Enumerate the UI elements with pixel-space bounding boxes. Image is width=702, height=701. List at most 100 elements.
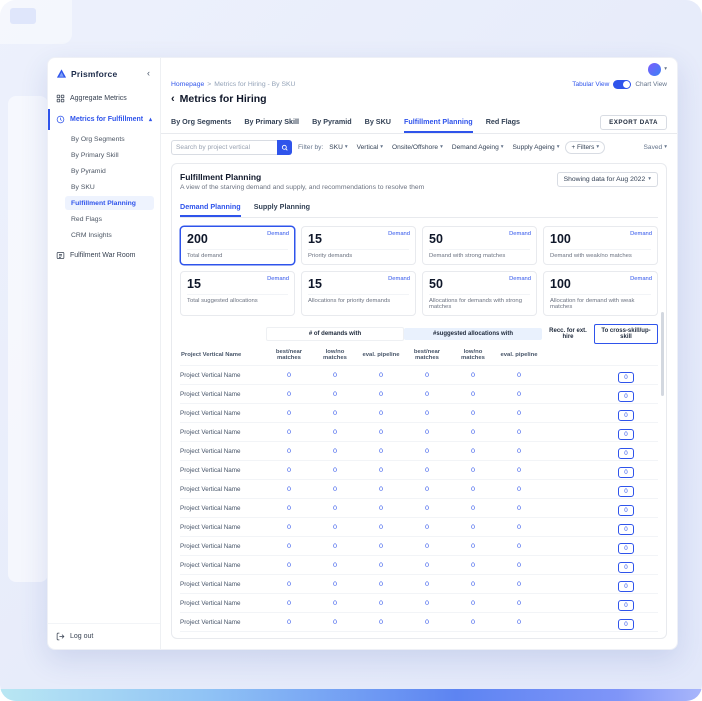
filter-dropdown-demand-ageing[interactable]: Demand Ageing ▾ [452, 144, 504, 151]
metric-card-demand-with-weak-no-matches[interactable]: Demand 100 Demand with weak/no matches [543, 226, 658, 265]
cross-skill-count-button[interactable]: 0 [618, 562, 634, 573]
export-data-button[interactable]: EXPORT DATA [600, 114, 667, 130]
search-input[interactable] [171, 140, 277, 155]
more-filters-button[interactable]: + Filters ▾ [565, 141, 606, 154]
cell-value: 0 [517, 542, 521, 550]
tab-by-sku[interactable]: By SKU [365, 111, 391, 133]
cross-skill-count-button[interactable]: 0 [618, 372, 634, 383]
avatar[interactable] [648, 63, 662, 76]
cell-cross-skill: 0 [594, 404, 658, 422]
filter-dropdown-label: SKU [329, 144, 343, 151]
sidebar-nav: Aggregate Metrics Metrics for Fulfillmen… [48, 88, 160, 266]
cell-value: 0 [471, 428, 475, 436]
panel-title: Fulfillment Planning [180, 172, 262, 182]
cell-value: 0 [379, 390, 383, 398]
filter-dropdown-label: Onsite/Offshore [392, 144, 439, 151]
table-row: Project Vertical Name 0 0 0 0 0 0 0 [180, 403, 658, 422]
saved-dropdown[interactable]: Saved ▾ [644, 144, 667, 151]
cross-skill-count-button[interactable]: 0 [618, 600, 634, 611]
table-row: Project Vertical Name 0 0 0 0 0 0 0 [180, 365, 658, 384]
chart-view-label[interactable]: Chart View [635, 81, 667, 88]
panel-subtitle: A view of the starving demand and supply… [180, 184, 425, 191]
sidebar-subitem-by-primary-skill[interactable]: By Primary Skill [65, 148, 154, 162]
filter-dropdown-label: Vertical [356, 144, 379, 151]
cell-value: 0 [287, 618, 291, 626]
cell-value: 0 [425, 371, 429, 379]
cell-value: 0 [517, 485, 521, 493]
tab-by-org-segments[interactable]: By Org Segments [171, 111, 231, 133]
panel-tab-supply-planning[interactable]: Supply Planning [254, 197, 310, 217]
cell-value: 0 [425, 542, 429, 550]
tab-fulfillment-planning[interactable]: Fulfillment Planning [404, 111, 473, 133]
cross-skill-count-button[interactable]: 0 [618, 524, 634, 535]
sidebar-item-fulfilment-war-room[interactable]: Fulfilment War Room [48, 245, 160, 266]
filter-dropdown-sku[interactable]: SKU ▾ [329, 144, 347, 151]
cross-skill-count-button[interactable]: 0 [618, 429, 634, 440]
cell-value: 0 [333, 504, 337, 512]
cross-skill-count-button[interactable]: 0 [618, 505, 634, 516]
cross-skill-count-button[interactable]: 0 [618, 467, 634, 478]
metric-card-total-suggested-allocations[interactable]: Demand 15 Total suggested allocations [180, 271, 295, 316]
cross-skill-count-button[interactable]: 0 [618, 410, 634, 421]
table-group-header: # of demands with #suggested allocations… [180, 324, 658, 344]
sidebar-subitem-red-flags[interactable]: Red Flags [65, 212, 154, 226]
cell-cross-skill: 0 [594, 537, 658, 555]
metric-label: Allocation for demand with weak matches [550, 294, 651, 310]
row-project-vertical-name: Project Vertical Name [180, 561, 241, 569]
sidebar-subitem-fulfillment-planning[interactable]: Fulfillment Planning [65, 196, 154, 210]
metric-card-priority-demands[interactable]: Demand 15 Priority demands [301, 226, 416, 265]
fulfillment-planning-panel: Fulfillment Planning A view of the starv… [171, 163, 667, 639]
group-header-cross-skill[interactable]: To cross-skill/up-skill [594, 324, 658, 344]
cell-value: 0 [333, 580, 337, 588]
row-project-vertical-name: Project Vertical Name [180, 428, 241, 436]
sidebar-subitem-by-pyramid[interactable]: By Pyramid [65, 164, 154, 178]
filter-dropdown-onsite-offshore[interactable]: Onsite/Offshore ▾ [392, 144, 443, 151]
metric-card-demand-with-strong-matches[interactable]: Demand 50 Demand with strong matches [422, 226, 537, 265]
row-project-vertical-name: Project Vertical Name [180, 542, 241, 550]
filter-dropdown-supply-ageing[interactable]: Supply Ageing ▾ [513, 144, 560, 151]
cell-cross-skill: 0 [594, 366, 658, 384]
sidebar-subitem-by-sku[interactable]: By SKU [65, 180, 154, 194]
column-header-cross-empty [594, 350, 658, 359]
metric-card-allocations-for-demands-with-strong-matches[interactable]: Demand 50 Allocations for demands with str… [422, 271, 537, 316]
cross-skill-count-button[interactable]: 0 [618, 486, 634, 497]
metric-card-total-demand[interactable]: Demand 200 Total demand [180, 226, 295, 265]
scrollbar-thumb[interactable] [661, 312, 664, 396]
cell-value: 0 [379, 523, 383, 531]
tab-red-flags[interactable]: Red Flags [486, 111, 520, 133]
metric-card-allocation-for-demand-with-weak-matches[interactable]: Demand 100 Allocation for demand with weak… [543, 271, 658, 316]
tab-by-primary-skill[interactable]: By Primary Skill [244, 111, 299, 133]
sidebar-item-aggregate-metrics[interactable]: Aggregate Metrics [48, 88, 160, 109]
sidebar-collapse-button[interactable]: ‹ [145, 69, 152, 78]
sidebar-subitem-by-org-segments[interactable]: By Org Segments [65, 132, 154, 146]
tab-by-pyramid[interactable]: By Pyramid [312, 111, 352, 133]
back-button[interactable]: ‹ [171, 93, 175, 105]
cross-skill-count-button[interactable]: 0 [618, 543, 634, 554]
sidebar-subitem-crm-insights[interactable]: CRM Insights [65, 228, 154, 242]
cross-skill-count-button[interactable]: 0 [618, 581, 634, 592]
cell-value: 0 [425, 390, 429, 398]
filter-dropdown-vertical[interactable]: Vertical ▾ [357, 144, 383, 151]
cross-skill-count-button[interactable]: 0 [618, 619, 634, 630]
cross-skill-count-button[interactable]: 0 [618, 448, 634, 459]
logout-button[interactable]: Log out [48, 623, 160, 649]
view-toggle-switch[interactable] [613, 80, 632, 89]
cell-value: 0 [425, 485, 429, 493]
period-dropdown[interactable]: Showing data for Aug 2022 ▾ [556, 172, 658, 187]
breadcrumb-home-link[interactable]: Homepage [171, 81, 204, 88]
metric-card-allocations-for-priority-demands[interactable]: Demand 15 Allocations for priority demands [301, 271, 416, 316]
tabular-view-label[interactable]: Tabular View [572, 81, 609, 88]
table-row: Project Vertical Name 0 0 0 0 0 0 0 [180, 555, 658, 574]
panel-tab-demand-planning[interactable]: Demand Planning [180, 197, 241, 217]
search-button[interactable] [277, 140, 292, 155]
chevron-down-icon[interactable]: ▾ [664, 66, 667, 73]
cell-value: 0 [379, 561, 383, 569]
cross-skill-count-button[interactable]: 0 [618, 391, 634, 402]
sidebar-item-metrics-for-fulfillment[interactable]: Metrics for Fulfillment ▴ [48, 109, 160, 130]
brand-name: Prismforce [71, 68, 118, 79]
search-box [171, 140, 292, 155]
view-toggle-group: Tabular View Chart View [572, 80, 667, 89]
cell-value: 0 [333, 618, 337, 626]
column-header-low-no-matches: low/no matches [323, 349, 347, 361]
row-project-vertical-name: Project Vertical Name [180, 447, 241, 455]
